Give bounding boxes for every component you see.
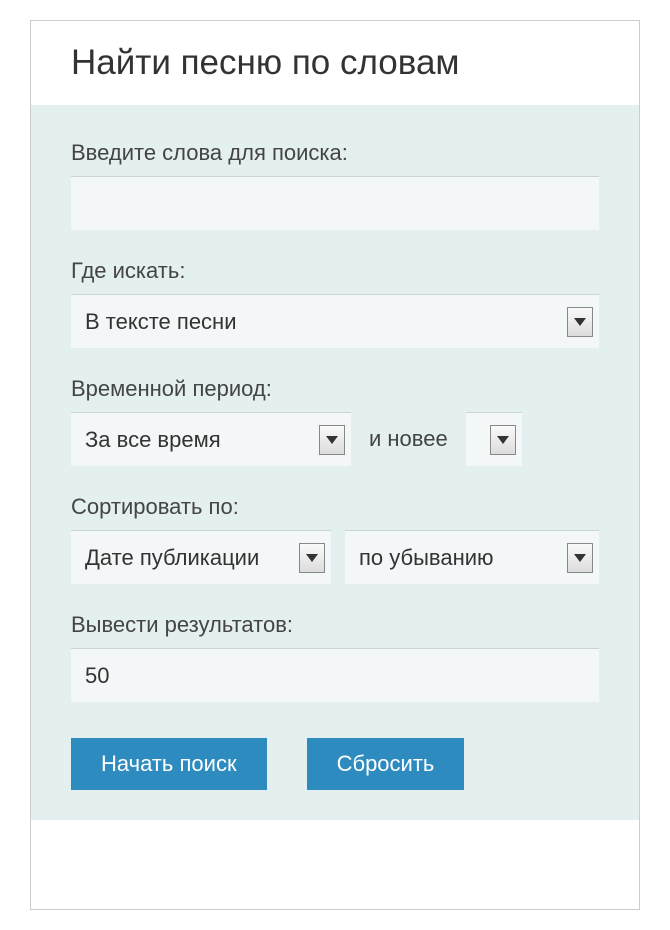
time-period-value: За все время — [71, 413, 351, 467]
chevron-down-icon — [319, 425, 345, 455]
field-sort-by: Сортировать по: Дате публикации по убыва… — [71, 494, 599, 584]
field-search-in: Где искать: В тексте песни — [71, 258, 599, 348]
search-button[interactable]: Начать поиск — [71, 738, 267, 790]
time-period-select[interactable]: За все время — [71, 412, 351, 466]
search-in-select[interactable]: В тексте песни — [71, 294, 599, 348]
field-search-words: Введите слова для поиска: — [71, 140, 599, 230]
field-results-count: Вывести результатов: — [71, 612, 599, 702]
results-count-input[interactable] — [71, 648, 599, 702]
sort-direction-value: по убыванию — [345, 531, 599, 585]
form-panel: Введите слова для поиска: Где искать: В … — [31, 105, 639, 820]
sort-direction-select[interactable]: по убыванию — [345, 530, 599, 584]
chevron-down-icon — [299, 543, 325, 573]
search-words-input[interactable] — [71, 176, 599, 230]
time-period-conjunction: и новее — [365, 412, 452, 466]
chevron-down-icon — [567, 543, 593, 573]
search-in-value: В тексте песни — [71, 295, 599, 349]
chevron-down-icon — [490, 425, 516, 455]
search-words-label: Введите слова для поиска: — [71, 140, 599, 166]
time-period-label: Временной период: — [71, 376, 599, 402]
time-period-secondary-select[interactable] — [466, 412, 522, 466]
results-count-label: Вывести результатов: — [71, 612, 599, 638]
button-row: Начать поиск Сбросить — [71, 738, 599, 790]
reset-button[interactable]: Сбросить — [307, 738, 465, 790]
chevron-down-icon — [567, 307, 593, 337]
page-title: Найти песню по словам — [31, 21, 639, 105]
sort-by-select[interactable]: Дате публикации — [71, 530, 331, 584]
sort-by-value: Дате публикации — [71, 531, 331, 585]
sort-by-label: Сортировать по: — [71, 494, 599, 520]
search-in-label: Где искать: — [71, 258, 599, 284]
field-time-period: Временной период: За все время и новее — [71, 376, 599, 466]
form-container: Найти песню по словам Введите слова для … — [30, 20, 640, 910]
